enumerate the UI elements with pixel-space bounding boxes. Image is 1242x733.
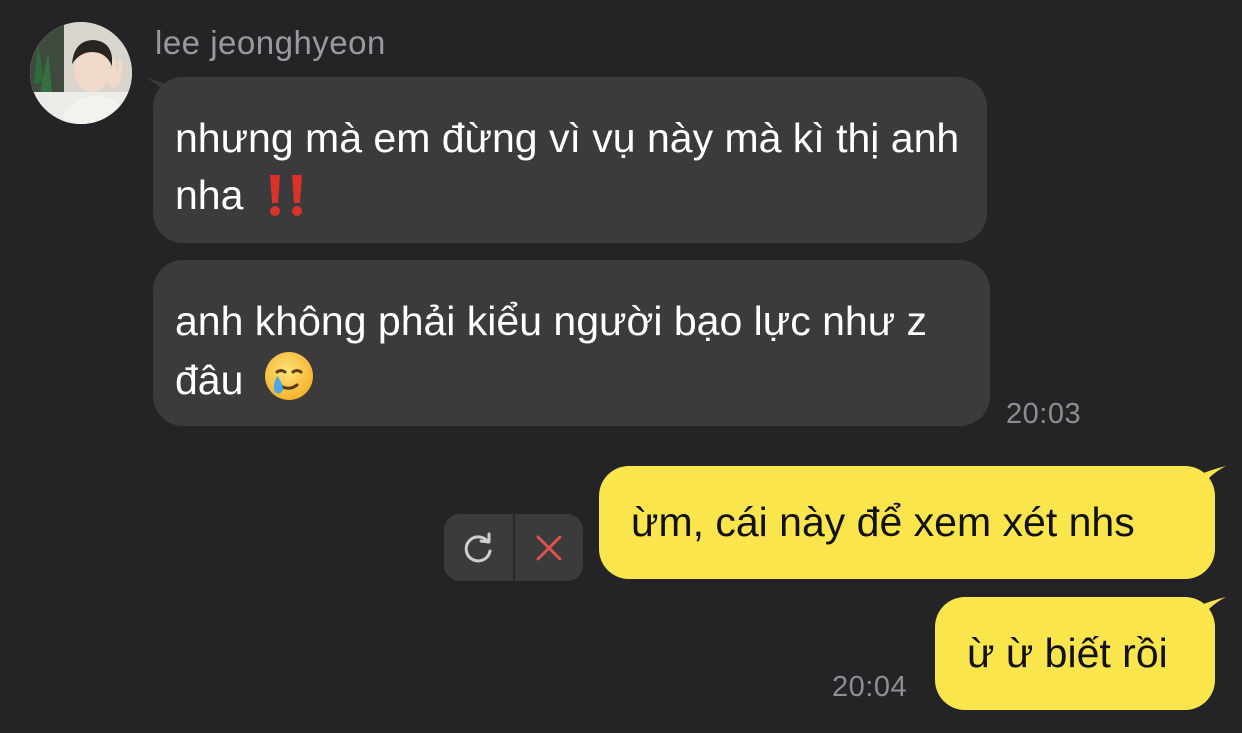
double-exclamation-icon <box>263 173 309 232</box>
outgoing-timestamp: 20:04 <box>832 671 908 703</box>
incoming-message[interactable]: nhưng mà em đừng vì vụ này mà kì thị anh… <box>153 77 987 243</box>
retry-icon <box>464 532 492 562</box>
retry-button[interactable] <box>444 514 513 581</box>
close-icon <box>536 535 562 560</box>
crying-smile-emoji <box>263 350 315 417</box>
outgoing-message[interactable]: ừ ừ biết rồi <box>935 597 1215 710</box>
chat-screen: lee jeonghyeon nhưng mà em đừng vì vụ nà… <box>0 0 1242 733</box>
sender-name: lee jeonghyeon <box>155 24 386 61</box>
sender-avatar[interactable] <box>30 22 132 124</box>
outgoing-bubble-tail <box>1196 466 1226 496</box>
incoming-message[interactable]: anh không phải kiểu người bạo lực như z … <box>153 260 990 426</box>
failed-message-actions <box>444 514 583 581</box>
incoming-timestamp: 20:03 <box>1006 398 1082 430</box>
message-text: ừm, cái này để xem xét nhs <box>631 499 1135 545</box>
cancel-button[interactable] <box>515 514 584 581</box>
outgoing-bubble-tail <box>1196 597 1226 627</box>
outgoing-message[interactable]: ừm, cái này để xem xét nhs <box>599 466 1215 579</box>
message-text: ừ ừ biết rồi <box>967 630 1168 676</box>
